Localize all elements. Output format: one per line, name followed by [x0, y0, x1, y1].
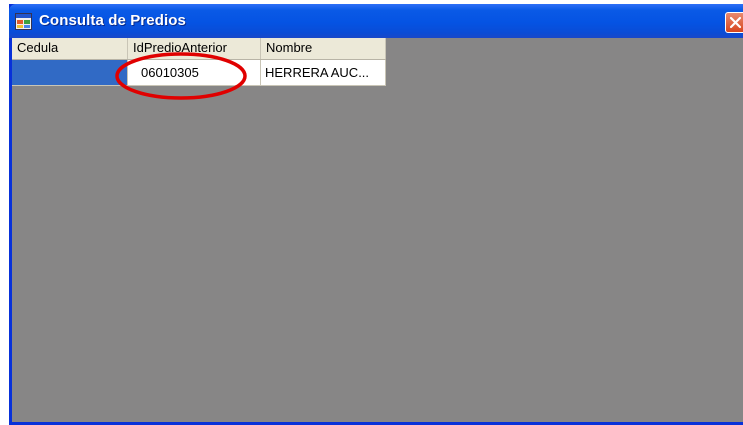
- cell-nombre[interactable]: HERRERA AUC...: [261, 60, 386, 86]
- title-bar[interactable]: Consulta de Predios: [9, 4, 743, 38]
- window-title: Consulta de Predios: [39, 12, 186, 29]
- close-icon: [729, 16, 742, 29]
- highlight-ellipse: [115, 52, 247, 100]
- close-button[interactable]: [725, 12, 743, 33]
- column-header-nombre[interactable]: Nombre: [261, 38, 386, 59]
- form-icon: [15, 13, 32, 30]
